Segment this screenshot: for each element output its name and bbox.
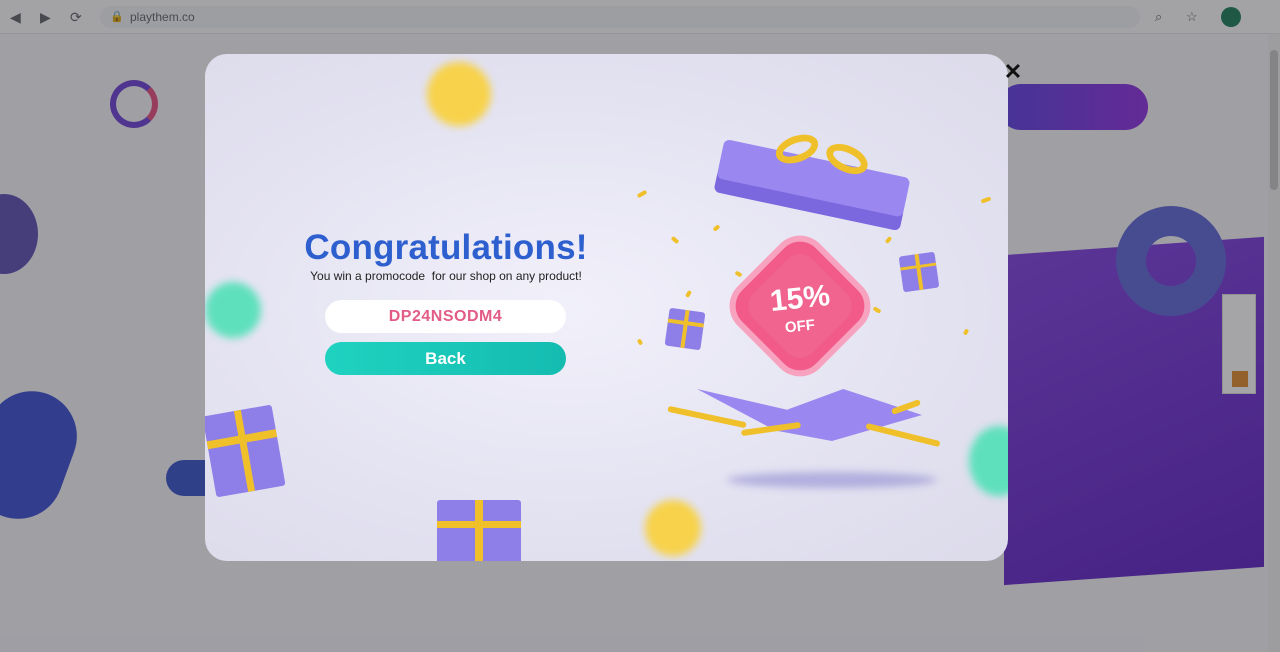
confetti-icon <box>636 338 644 346</box>
confetti-icon <box>685 289 692 299</box>
promo-modal: Congratulations! You win a promocode for… <box>205 54 1008 561</box>
back-button[interactable]: Back <box>325 342 566 375</box>
gift-box-icon <box>205 404 286 498</box>
promo-code-field[interactable]: DP24NSODM4 <box>325 300 566 333</box>
gift-shadow <box>727 472 937 488</box>
confetti-icon <box>872 306 882 314</box>
confetti-icon <box>962 328 970 336</box>
confetti-icon <box>884 236 893 244</box>
decorative-dot <box>969 426 1008 496</box>
decorative-dot <box>427 62 491 126</box>
confetti-icon <box>636 189 648 199</box>
decorative-dot <box>205 282 261 338</box>
gift-box-icon <box>898 251 940 293</box>
confetti-icon <box>734 270 743 278</box>
confetti-icon <box>712 224 721 232</box>
confetti-icon <box>980 196 992 204</box>
gift-box-icon <box>437 500 521 561</box>
gift-box-icon <box>664 307 706 351</box>
ribbon-icon <box>865 422 941 448</box>
modal-title: Congratulations! <box>304 228 588 267</box>
ribbon-icon <box>667 405 747 429</box>
modal-subtitle: You win a promocode for our shop on any … <box>310 269 582 283</box>
confetti-icon <box>670 235 680 245</box>
decorative-dot <box>645 500 701 556</box>
close-icon[interactable]: ✕ <box>1003 61 1023 83</box>
